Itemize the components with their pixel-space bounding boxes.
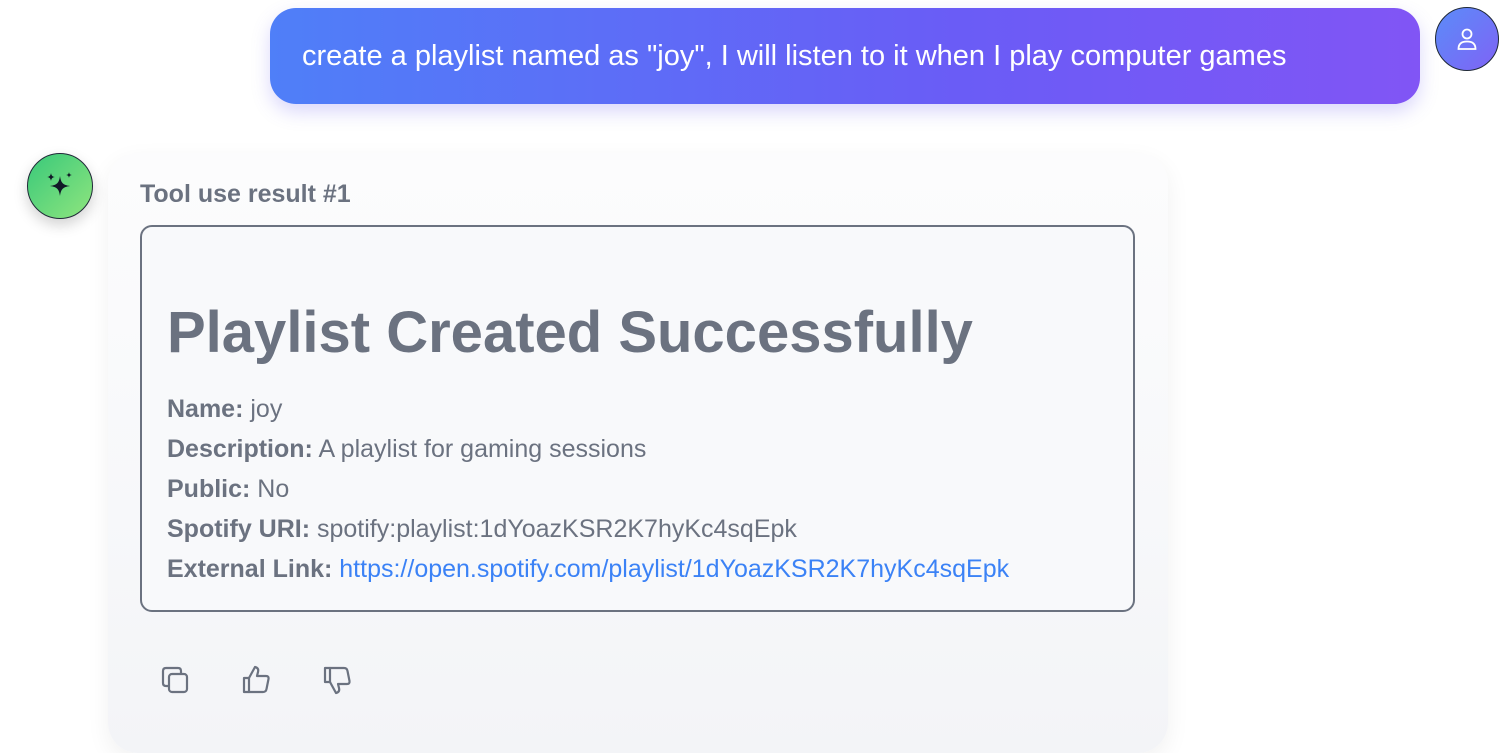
sparkle-icon: [47, 172, 72, 196]
detail-row-name: Name: joy: [167, 389, 1009, 429]
playlist-details: Name: joy Description: A playlist for ga…: [167, 389, 1009, 589]
detail-value: No: [257, 475, 290, 503]
detail-value: A playlist for gaming sessions: [318, 435, 647, 463]
message-actions: [156, 661, 356, 699]
like-button[interactable]: [237, 661, 275, 699]
detail-label: Name:: [167, 395, 244, 423]
user-icon: [1457, 28, 1477, 50]
tool-result-box: Playlist Created Successfully Name: joy …: [140, 225, 1135, 612]
detail-row-public: Public: No: [167, 469, 1009, 509]
detail-value: joy: [250, 395, 283, 423]
dislike-button[interactable]: [318, 661, 356, 699]
thumbs-up-icon: [242, 665, 270, 694]
detail-label: External Link:: [167, 555, 333, 583]
tool-result-label: Tool use result #1: [140, 180, 351, 208]
detail-label: Public:: [167, 475, 251, 503]
user-avatar: [1435, 7, 1499, 71]
detail-label: Description:: [167, 435, 313, 463]
user-message-text: create a playlist named as "joy", I will…: [302, 39, 1287, 72]
thumbs-down-icon: [323, 666, 351, 695]
assistant-avatar: [27, 153, 93, 219]
copy-icon: [161, 666, 189, 694]
detail-row-spotify-uri: Spotify URI: spotify:playlist:1dYoazKSR2…: [167, 509, 1009, 549]
assistant-message-card: Tool use result #1 Playlist Created Succ…: [108, 153, 1168, 753]
detail-row-external-link: External Link: https://open.spotify.com/…: [167, 549, 1009, 589]
detail-row-description: Description: A playlist for gaming sessi…: [167, 429, 1009, 469]
detail-label: Spotify URI:: [167, 515, 311, 543]
detail-value: spotify:playlist:1dYoazKSR2K7hyKc4sqEpk: [317, 515, 797, 543]
external-link[interactable]: https://open.spotify.com/playlist/1dYoaz…: [339, 555, 1009, 583]
copy-button[interactable]: [156, 661, 194, 699]
result-title: Playlist Created Successfully: [167, 300, 973, 365]
user-message-bubble: create a playlist named as "joy", I will…: [270, 8, 1420, 104]
